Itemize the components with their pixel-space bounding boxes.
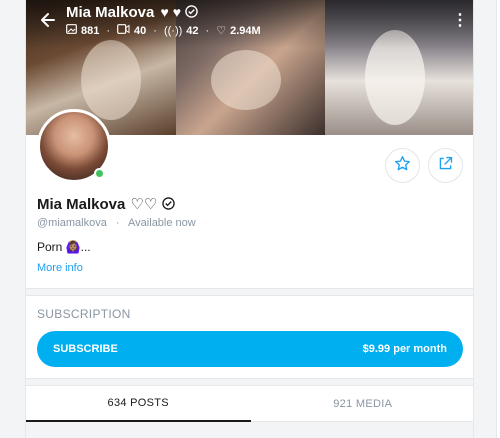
verified-icon — [185, 4, 199, 21]
subscription-price: $9.99 per month — [362, 343, 447, 355]
stat-photos: 881 — [66, 24, 99, 37]
verified-icon — [161, 196, 175, 213]
section-divider — [26, 288, 473, 296]
top-bar: Mia Malkova ♥ ♥ 881 · 40 · ((·)) 42 · ♡ … — [26, 0, 473, 44]
header-stats: 881 · 40 · ((·)) 42 · ♡ 2.94M — [66, 24, 261, 37]
subscription-heading: SUBSCRIPTION — [37, 307, 131, 321]
video-icon — [117, 24, 130, 37]
outline-heart-icons: ♡♡ — [130, 196, 158, 213]
handle-row: @miamalkova · Available now — [37, 217, 196, 229]
image-icon — [66, 24, 77, 37]
tab-media[interactable]: 921 MEDIA — [250, 386, 473, 422]
favorite-button[interactable] — [385, 148, 420, 183]
live-icon: ((·)) — [163, 24, 183, 37]
back-arrow-icon[interactable] — [38, 10, 58, 30]
tab-posts[interactable]: 634 POSTS — [26, 386, 251, 422]
subscribe-button[interactable]: SUBSCRIBE $9.99 per month — [37, 331, 463, 367]
star-icon — [394, 155, 411, 177]
bio-text: Porn 🙆🏽‍♀️... — [37, 240, 91, 254]
feed-area — [26, 422, 473, 438]
section-divider — [26, 378, 473, 386]
online-status-dot — [94, 168, 105, 179]
stat-streams: ((·)) 42 — [163, 24, 199, 37]
availability-status: Available now — [128, 217, 196, 229]
header-name: Mia Malkova ♥ ♥ — [66, 4, 199, 21]
heart-icon: ♡ — [216, 25, 227, 37]
page-edge — [474, 0, 500, 438]
stat-videos: 40 — [117, 24, 146, 37]
heart-emojis: ♥ ♥ — [160, 4, 182, 20]
content-tabs: 634 POSTS 921 MEDIA — [26, 386, 473, 422]
share-icon — [437, 155, 454, 177]
profile-page: Mia Malkova ♥ ♥ 881 · 40 · ((·)) 42 · ♡ … — [25, 0, 474, 438]
username: @miamalkova — [37, 217, 107, 229]
header-name-text: Mia Malkova — [66, 4, 155, 21]
profile-name: Mia Malkova ♡♡ — [37, 195, 175, 213]
profile-name-text: Mia Malkova — [37, 196, 126, 213]
more-info-link[interactable]: More info — [37, 262, 83, 274]
stat-likes: ♡ 2.94M — [216, 24, 261, 38]
share-button[interactable] — [428, 148, 463, 183]
subscribe-label: SUBSCRIBE — [53, 343, 118, 355]
more-options-icon[interactable]: ⋮ — [452, 11, 468, 31]
